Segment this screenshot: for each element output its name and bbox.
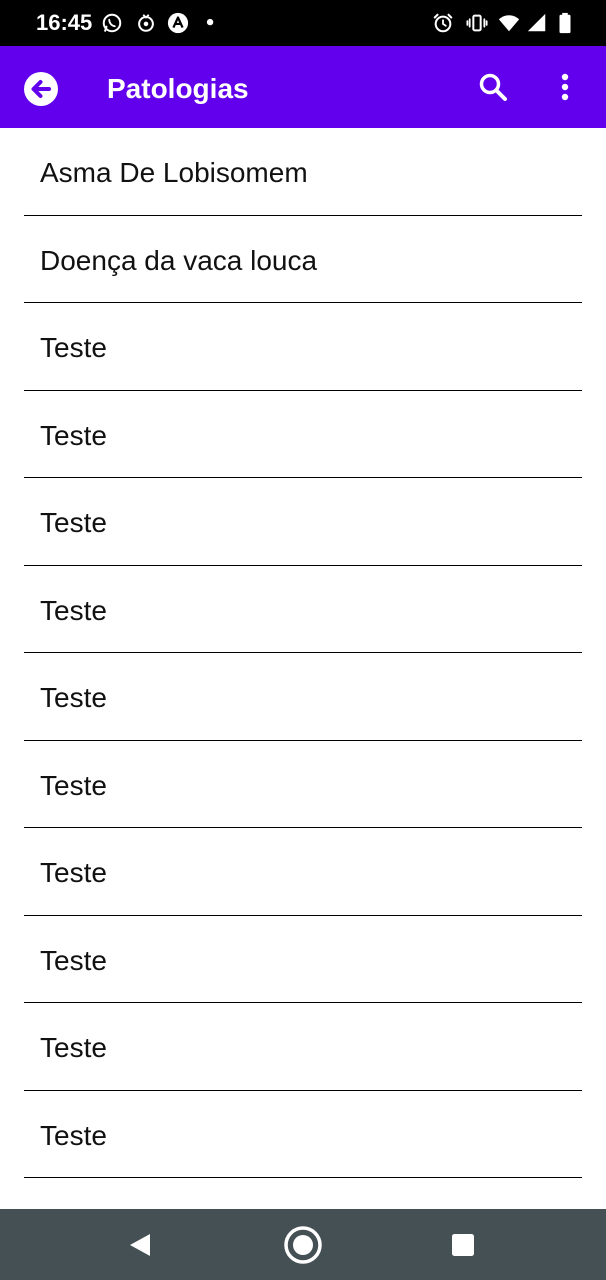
- notification-icon: [135, 12, 157, 34]
- list-item[interactable]: Teste: [24, 653, 582, 741]
- battery-icon: [554, 12, 576, 34]
- list-item-label: Teste: [40, 944, 107, 976]
- nav-home-button[interactable]: [281, 1223, 325, 1267]
- list-item[interactable]: Teste: [24, 478, 582, 566]
- wifi-icon: [498, 12, 520, 34]
- search-icon: [476, 70, 510, 104]
- list-item-label: Asma De Lobisomem: [40, 157, 308, 188]
- nav-home-icon: [281, 1223, 325, 1267]
- page-title: Patologias: [107, 73, 249, 104]
- list-item[interactable]: Teste: [24, 1091, 582, 1178]
- signal-icon: [526, 12, 548, 34]
- nav-recents-icon: [441, 1223, 485, 1267]
- list-item-label: Teste: [40, 507, 107, 538]
- list-item[interactable]: Teste: [24, 391, 582, 478]
- list-item-label: Teste: [40, 857, 107, 888]
- dot-icon: [200, 12, 222, 34]
- navigation-bar: [0, 1209, 606, 1280]
- list-item-label: Teste: [40, 419, 107, 451]
- list-item-label: Teste: [40, 1119, 107, 1151]
- list-item-label: Teste: [40, 332, 107, 363]
- more-vert-icon: [548, 70, 582, 104]
- app-bar: Patologias: [0, 46, 606, 128]
- list-item[interactable]: Teste: [24, 741, 582, 828]
- pathology-list: Asma De Lobisomem Doença da vaca louca Tes…: [0, 128, 606, 1178]
- back-button[interactable]: [22, 70, 60, 108]
- app-icon: [167, 12, 189, 34]
- vibrate-icon: [466, 12, 488, 34]
- back-arrow-icon: [22, 70, 60, 108]
- list-item[interactable]: Asma De Lobisomem: [24, 128, 582, 216]
- list-item-label: Doença da vaca louca: [40, 244, 318, 276]
- list-item[interactable]: Teste: [24, 303, 582, 391]
- status-time: 16:45: [36, 10, 93, 35]
- list-item-label: Teste: [40, 594, 107, 626]
- screen: 16:45 Patologias Asma De Lobisomem Doenç…: [0, 0, 606, 1280]
- nav-back-button[interactable]: [118, 1223, 162, 1267]
- list-item[interactable]: Doença da vaca louca: [24, 216, 582, 303]
- whatsapp-icon: [101, 12, 123, 34]
- more-options-button[interactable]: [548, 70, 582, 104]
- list-item[interactable]: Teste: [24, 916, 582, 1003]
- list-item[interactable]: Teste: [24, 1003, 582, 1091]
- search-button[interactable]: [476, 70, 510, 104]
- alarm-icon: [432, 12, 454, 34]
- list-item-label: Teste: [40, 1032, 107, 1063]
- status-bar: 16:45: [0, 0, 606, 46]
- nav-recents-button[interactable]: [441, 1223, 485, 1267]
- list-item[interactable]: Teste: [24, 828, 582, 916]
- list-item[interactable]: Teste: [24, 566, 582, 653]
- list-item-label: Teste: [40, 682, 107, 713]
- nav-back-icon: [118, 1223, 162, 1267]
- list-item-label: Teste: [40, 769, 107, 801]
